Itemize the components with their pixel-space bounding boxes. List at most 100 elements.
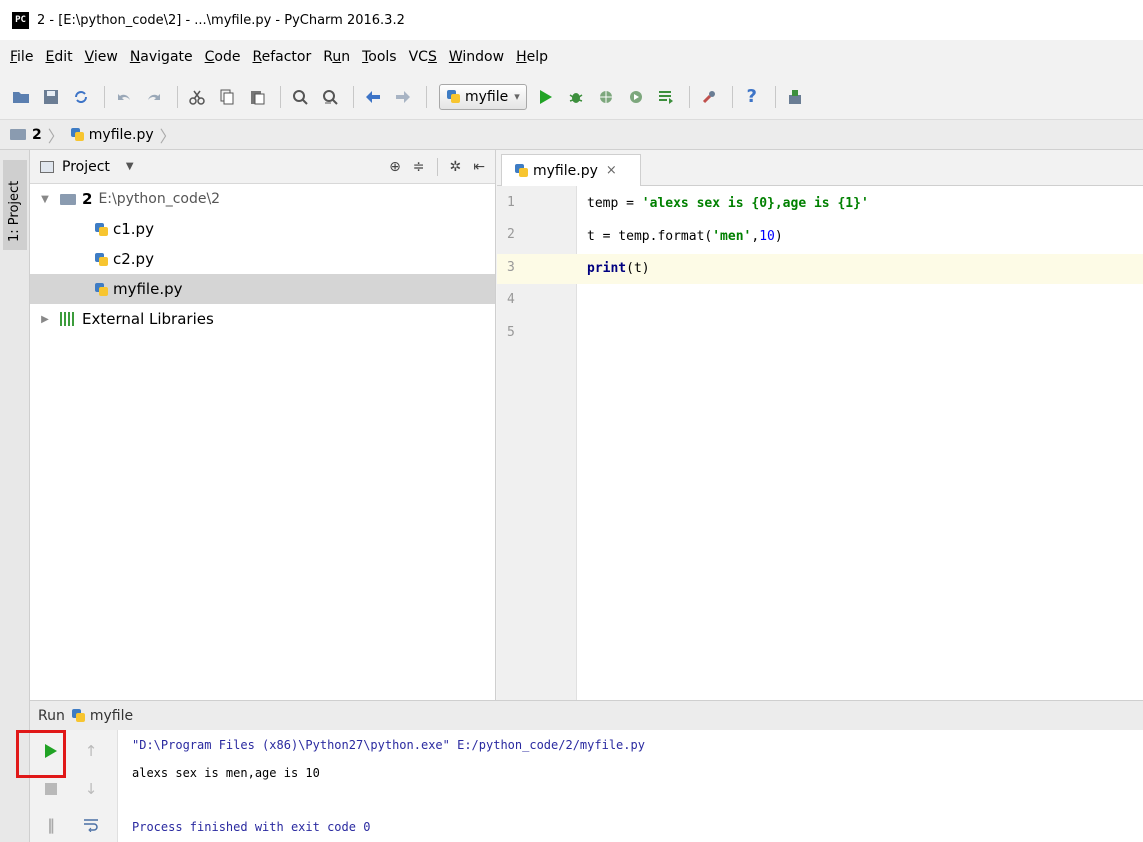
line-number: 1 xyxy=(507,195,515,210)
debug-icon[interactable] xyxy=(563,84,589,110)
open-folder-icon[interactable] xyxy=(8,84,34,110)
back-icon[interactable] xyxy=(360,84,386,110)
expand-arrow-icon[interactable]: ▼ xyxy=(38,194,52,205)
project-panel: Project ▼ ⊕ ≑ ✲ ⇤ ▼ 2 E:\python_code\2 c… xyxy=(30,150,496,700)
pause-icon[interactable]: ‖ xyxy=(38,812,64,838)
window-title: 2 - [E:\python_code\2] - ...\myfile.py -… xyxy=(37,12,405,28)
toolbar-separator xyxy=(731,85,733,108)
editor-tab-bar: myfile.py × xyxy=(497,150,1143,186)
stop-icon[interactable] xyxy=(38,776,64,802)
replace-icon[interactable] xyxy=(317,84,343,110)
menu-tools[interactable]: Tools xyxy=(356,40,403,74)
tree-external-libraries-row[interactable]: ▶ External Libraries xyxy=(30,304,495,334)
run-icon[interactable] xyxy=(533,84,559,110)
locate-icon[interactable]: ⊕ xyxy=(389,159,401,175)
tree-file-row[interactable]: c2.py xyxy=(30,244,495,274)
undo-icon[interactable] xyxy=(111,84,137,110)
panel-tools: ⊕ ≑ ✲ ⇤ xyxy=(389,150,485,184)
breadcrumb-separator-icon: 〉 xyxy=(47,126,64,146)
code-line[interactable]: temp = 'alexs sex is {0},age is {1}' xyxy=(577,189,1143,219)
line-number: 5 xyxy=(507,325,515,340)
console-command-line: "D:\Program Files (x86)\Python27\python.… xyxy=(132,738,645,752)
toolbar-separator xyxy=(177,85,178,108)
editor-gutter: 1 2 3 4 5 xyxy=(497,186,577,700)
toolbar-separator xyxy=(688,85,690,108)
run-configuration-selector[interactable]: myfile ▾ xyxy=(439,83,527,110)
code-editor[interactable]: temp = 'alexs sex is {0},age is {1}' t =… xyxy=(577,186,1143,700)
hide-panel-icon[interactable]: ⇤ xyxy=(473,159,485,175)
redo-icon[interactable] xyxy=(141,84,167,110)
main-toolbar: myfile ▾ ? xyxy=(0,74,1143,120)
menu-run[interactable]: Run xyxy=(317,40,356,74)
tab-myfile[interactable]: myfile.py × xyxy=(501,154,641,186)
arrow-up-icon[interactable]: ↑ xyxy=(78,738,104,764)
tree-root-name: 2 xyxy=(82,190,93,208)
tree-file-row-selected[interactable]: myfile.py xyxy=(30,274,495,304)
gear-icon[interactable]: ✲ xyxy=(450,159,462,175)
toolbar-separator xyxy=(774,85,776,108)
project-panel-title[interactable]: Project xyxy=(62,159,110,175)
python-file-icon xyxy=(94,252,109,267)
menu-file[interactable]: File xyxy=(4,40,39,74)
python-file-icon xyxy=(71,708,86,723)
cut-icon[interactable] xyxy=(184,84,210,110)
breadcrumb-separator-icon: 〉 xyxy=(159,126,176,146)
settings-wrench-icon[interactable] xyxy=(696,84,722,110)
menu-code[interactable]: Code xyxy=(199,40,247,74)
soft-wrap-icon[interactable] xyxy=(78,812,104,838)
chevron-down-icon: ▾ xyxy=(514,90,520,103)
library-icon xyxy=(60,312,76,326)
run-config-name: myfile xyxy=(89,707,134,724)
breadcrumb: 2 〉 myfile.py 〉 xyxy=(0,120,1143,150)
python-file-icon xyxy=(446,89,461,104)
tree-root-path: E:\python_code\2 xyxy=(98,191,221,207)
python-file-icon xyxy=(94,222,109,237)
code-line[interactable]: t = temp.format('men',10) xyxy=(577,222,1143,252)
python-file-icon xyxy=(514,163,529,178)
menu-window[interactable]: Window xyxy=(443,40,510,74)
concurrency-icon[interactable] xyxy=(653,84,679,110)
help-icon[interactable]: ? xyxy=(739,84,765,110)
vcs-update-icon[interactable] xyxy=(782,84,808,110)
find-icon[interactable] xyxy=(287,84,313,110)
menu-help[interactable]: Help xyxy=(510,40,554,74)
title-bar: PC 2 - [E:\python_code\2] - ...\myfile.p… xyxy=(0,0,1143,40)
toolbar-separator xyxy=(426,85,427,108)
copy-icon[interactable] xyxy=(214,84,240,110)
line-number: 2 xyxy=(507,227,515,242)
menu-view[interactable]: View xyxy=(79,40,124,74)
close-icon[interactable]: × xyxy=(606,163,617,178)
menu-vcs[interactable]: VCS xyxy=(403,40,443,74)
collapse-arrow-icon[interactable]: ▶ xyxy=(38,314,52,325)
project-view-icon xyxy=(40,160,54,173)
arrow-down-icon[interactable]: ↓ xyxy=(78,776,104,802)
sync-icon[interactable] xyxy=(68,84,94,110)
project-tool-tab[interactable]: 1: Project xyxy=(3,160,27,250)
save-icon[interactable] xyxy=(38,84,64,110)
menu-bar: File Edit View Navigate Code Refactor Ru… xyxy=(0,40,1143,74)
menu-edit[interactable]: Edit xyxy=(39,40,78,74)
folder-icon xyxy=(10,129,26,140)
folder-icon xyxy=(60,193,76,205)
pycharm-logo-icon: PC xyxy=(12,11,29,29)
coverage-icon[interactable] xyxy=(593,84,619,110)
python-file-icon xyxy=(70,127,85,142)
code-line-current[interactable]: print(t) xyxy=(577,254,1143,284)
breadcrumb-project[interactable]: 2 xyxy=(10,127,42,143)
highlight-annotation-box xyxy=(16,730,66,778)
console-exit-line: Process finished with exit code 0 xyxy=(132,820,371,834)
tree-root-row[interactable]: ▼ 2 E:\python_code\2 xyxy=(30,184,495,214)
breadcrumb-file[interactable]: myfile.py xyxy=(70,127,154,143)
run-panel-header: Run myfile xyxy=(30,700,1143,730)
run-config-label: myfile xyxy=(465,88,509,105)
menu-refactor[interactable]: Refactor xyxy=(246,40,317,74)
run-console-panel: ↑ ↓ ‖ "D:\Program Files (x86)\Python27\p… xyxy=(30,730,1143,842)
profile-icon[interactable] xyxy=(623,84,649,110)
paste-icon[interactable] xyxy=(244,84,270,110)
toolbar-separator xyxy=(280,85,281,108)
collapse-all-icon[interactable]: ≑ xyxy=(413,159,425,175)
chevron-down-icon[interactable]: ▼ xyxy=(126,161,134,172)
menu-navigate[interactable]: Navigate xyxy=(124,40,199,74)
tree-file-row[interactable]: c1.py xyxy=(30,214,495,244)
forward-icon[interactable] xyxy=(390,84,416,110)
